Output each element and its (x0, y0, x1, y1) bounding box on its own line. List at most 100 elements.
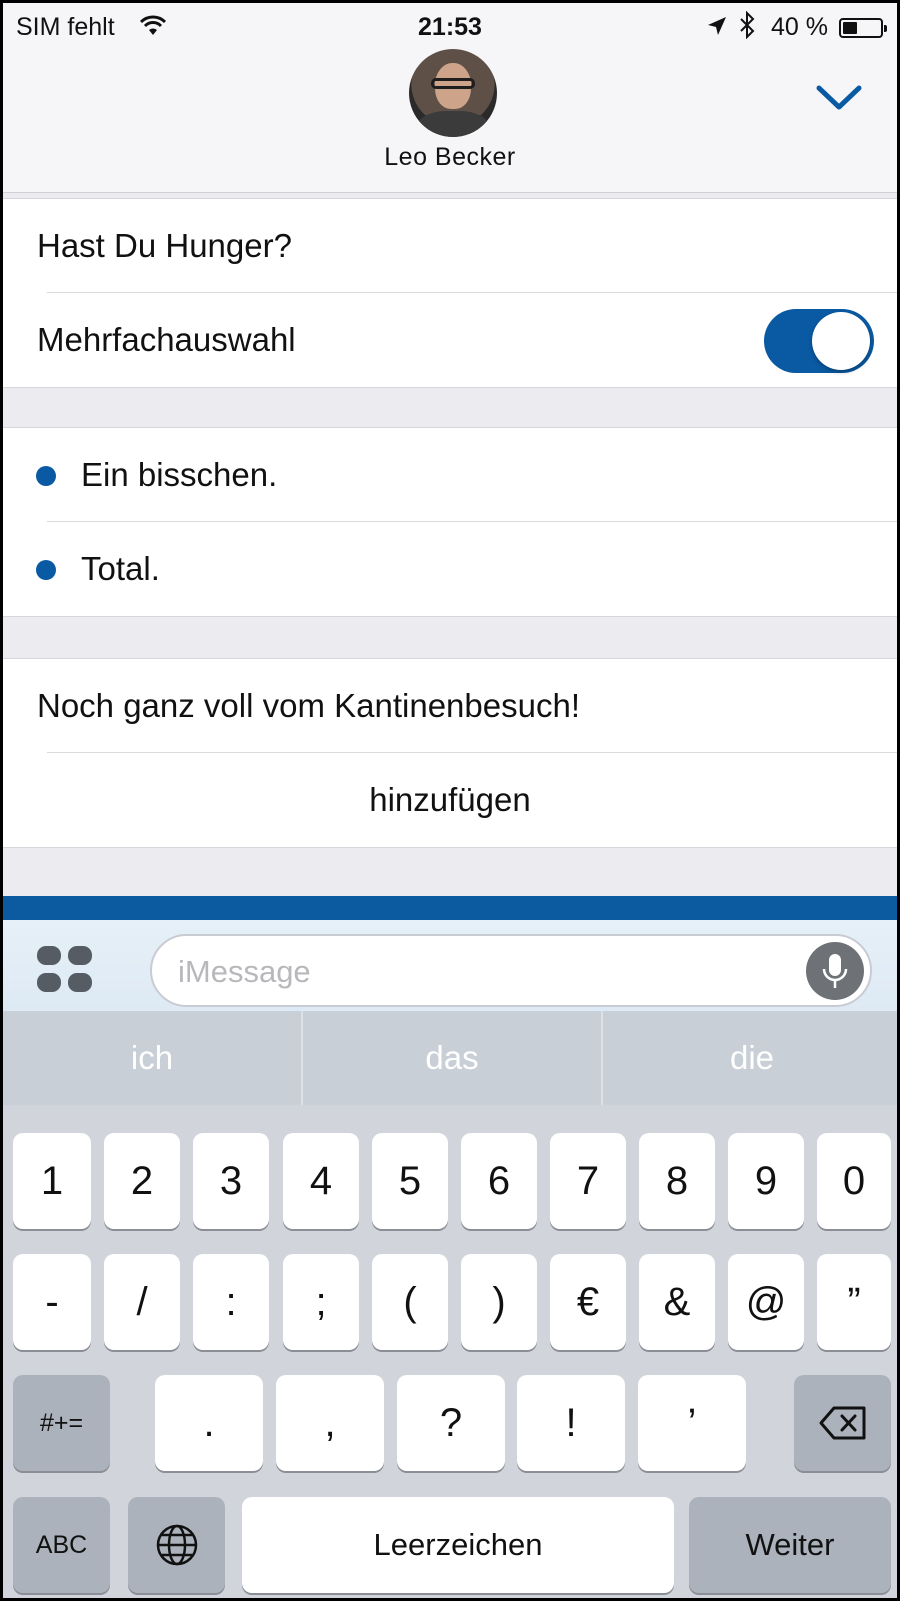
key-abc[interactable]: ABC (13, 1497, 110, 1593)
question-text[interactable]: Hast Du Hunger? (37, 227, 292, 265)
key-label: ; (315, 1280, 327, 1324)
contact-name[interactable]: Leo Becker (3, 143, 897, 172)
option-row[interactable]: Ein bisschen. (3, 428, 897, 522)
key-label: 2 (130, 1159, 154, 1203)
key-label: 8 (665, 1159, 689, 1203)
key-2[interactable]: 2 (104, 1133, 180, 1229)
key-semicolon[interactable]: ; (283, 1254, 359, 1350)
key-close-paren[interactable]: ) (461, 1254, 537, 1350)
key-exclamation[interactable]: ! (517, 1375, 625, 1471)
key-ampersand[interactable]: & (639, 1254, 715, 1350)
message-input[interactable]: iMessage (150, 934, 872, 1007)
key-7[interactable]: 7 (550, 1133, 626, 1229)
message-placeholder: iMessage (178, 954, 311, 989)
comment-section: Noch ganz voll vom Kantinenbesuch! hinzu… (3, 658, 897, 848)
key-label: ! (565, 1401, 577, 1445)
question-row[interactable]: Hast Du Hunger? (3, 199, 897, 293)
key-0[interactable]: 0 (817, 1133, 891, 1229)
key-label: ABC (35, 1531, 88, 1559)
key-label: & (663, 1280, 691, 1324)
key-colon[interactable]: : (193, 1254, 269, 1350)
key-label: / (136, 1280, 148, 1324)
key-comma[interactable]: , (276, 1375, 384, 1471)
key-label: 5 (398, 1159, 422, 1203)
suggestion-item[interactable]: das (303, 1011, 601, 1105)
battery-percent: 40 % (771, 13, 828, 41)
key-label: : (225, 1280, 237, 1324)
key-label: 3 (219, 1159, 243, 1203)
key-label: ) (492, 1280, 506, 1324)
multi-select-row: Mehrfachauswahl (3, 293, 897, 387)
bluetooth-icon (738, 10, 756, 46)
key-label: , (324, 1401, 336, 1445)
key-label: Weiter (745, 1527, 835, 1562)
add-option-row[interactable]: hinzufügen (3, 753, 897, 847)
key-slash[interactable]: / (104, 1254, 180, 1350)
key-6[interactable]: 6 (461, 1133, 537, 1229)
key-quote[interactable]: ” (817, 1254, 891, 1350)
battery-icon (839, 18, 887, 38)
multi-select-toggle[interactable] (764, 309, 874, 373)
suggestion-item[interactable]: ich (3, 1011, 301, 1105)
key-label: . (203, 1401, 215, 1445)
clock: 21:53 (418, 13, 482, 41)
key-5[interactable]: 5 (372, 1133, 448, 1229)
key-open-paren[interactable]: ( (372, 1254, 448, 1350)
option-row[interactable]: Total. (3, 522, 897, 616)
key-label: ” (847, 1280, 861, 1324)
key-hyphen[interactable]: - (13, 1254, 91, 1350)
key-period[interactable]: . (155, 1375, 263, 1471)
backspace-icon[interactable] (794, 1375, 891, 1471)
toggle-knob (812, 312, 870, 370)
chevron-down-icon[interactable] (815, 83, 863, 113)
multi-select-label: Mehrfachauswahl (37, 321, 296, 358)
return-key[interactable]: Weiter (689, 1497, 891, 1593)
key-question[interactable]: ? (397, 1375, 505, 1471)
message-bar: iMessage (3, 920, 897, 1011)
avatar[interactable] (409, 49, 497, 137)
suggestion-item[interactable]: die (603, 1011, 897, 1105)
key-label: 0 (842, 1159, 866, 1203)
option-bullet-icon (36, 560, 56, 580)
comment-row[interactable]: Noch ganz voll vom Kantinenbesuch! (3, 659, 897, 753)
key-label: 4 (309, 1159, 333, 1203)
comment-text[interactable]: Noch ganz voll vom Kantinenbesuch! (37, 687, 580, 725)
space-bar[interactable]: Leerzeichen (242, 1497, 674, 1593)
key-apostrophe[interactable]: ’ (638, 1375, 746, 1471)
option-text[interactable]: Ein bisschen. (81, 456, 277, 494)
battery-level (843, 22, 857, 34)
key-euro[interactable]: € (550, 1254, 626, 1350)
key-label: 1 (40, 1159, 64, 1203)
key-label: 6 (487, 1159, 511, 1203)
app-accent-bar (3, 896, 897, 920)
add-option-button[interactable]: hinzufügen (3, 781, 897, 819)
key-4[interactable]: 4 (283, 1133, 359, 1229)
options-section: Ein bisschen. Total. (3, 427, 897, 617)
key-label: #+= (39, 1409, 84, 1437)
screen: SIM fehlt 21:53 40 % Leo Becker Hast Du … (3, 3, 897, 1598)
option-text[interactable]: Total. (81, 550, 160, 588)
key-1[interactable]: 1 (13, 1133, 91, 1229)
key-more-symbols[interactable]: #+= (13, 1375, 110, 1471)
globe-icon[interactable] (128, 1497, 225, 1593)
key-9[interactable]: 9 (728, 1133, 804, 1229)
key-label: @ (745, 1280, 787, 1324)
key-label: 9 (754, 1159, 778, 1203)
key-label: ? (439, 1401, 463, 1445)
key-label: Leerzeichen (373, 1527, 543, 1562)
location-arrow-icon (706, 15, 728, 44)
key-label: ’ (687, 1401, 697, 1445)
key-label: € (576, 1280, 600, 1324)
key-label: ( (403, 1280, 417, 1324)
key-label: 7 (576, 1159, 600, 1203)
avatar-shirt (417, 111, 489, 137)
app-drawer-icon[interactable] (37, 946, 95, 992)
key-3[interactable]: 3 (193, 1133, 269, 1229)
keyboard: ich das die 1 2 3 4 5 6 7 8 9 0 - / : ; … (3, 1011, 897, 1598)
key-label: - (45, 1280, 59, 1324)
key-8[interactable]: 8 (639, 1133, 715, 1229)
microphone-icon[interactable] (806, 942, 864, 1000)
avatar-glasses (431, 78, 475, 89)
conversation-header: Leo Becker (3, 49, 897, 193)
key-at[interactable]: @ (728, 1254, 804, 1350)
